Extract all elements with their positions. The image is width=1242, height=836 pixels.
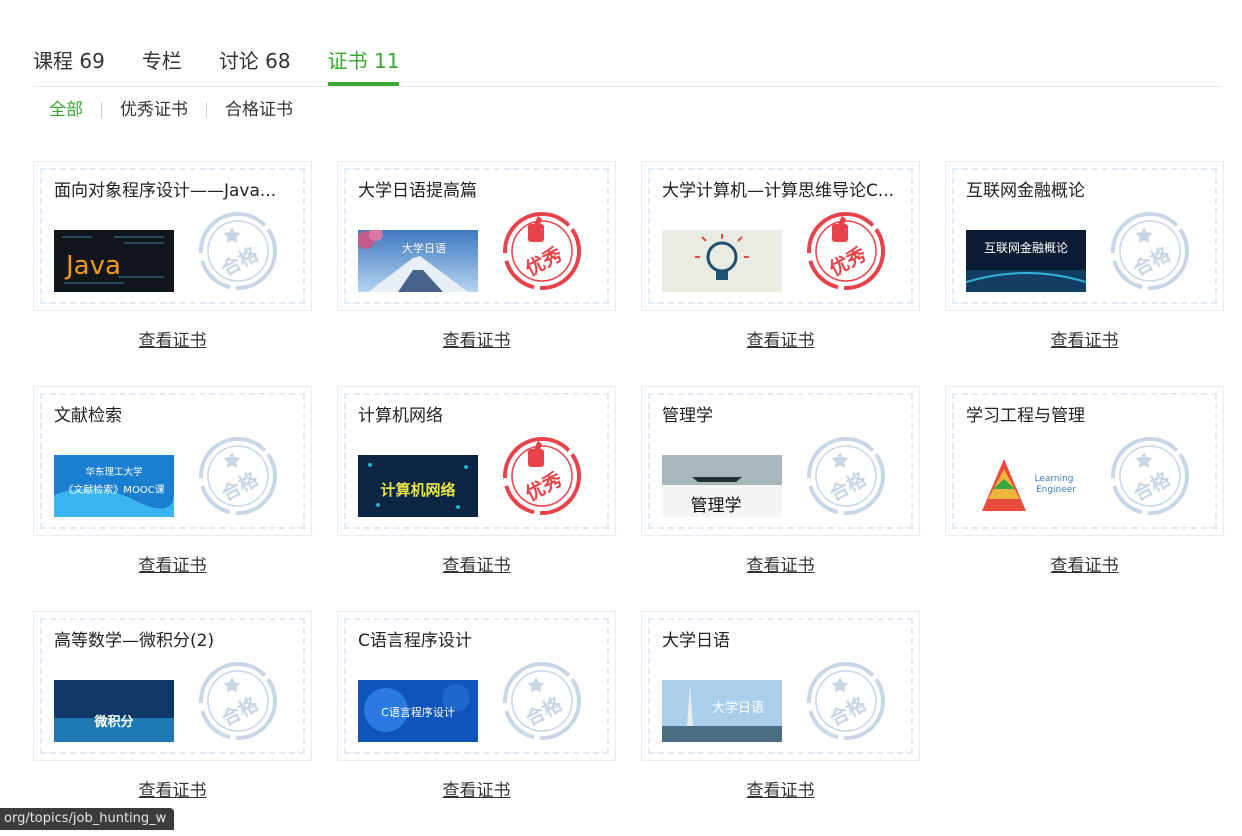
pass-seal-icon: 合格 xyxy=(501,660,583,742)
view-certificate-link[interactable]: 查看证书 xyxy=(33,553,312,579)
certificate-card[interactable]: 文献检索 华东理工大学 《文献检索》MOOC课 合格 xyxy=(33,386,312,536)
svg-text:管理学: 管理学 xyxy=(691,496,742,516)
view-certificate-link[interactable]: 查看证书 xyxy=(641,328,920,354)
course-name: 计算机网络 xyxy=(358,406,443,426)
certificate-item: 学习工程与管理 Learning Engineer 合格 查看证书 xyxy=(945,386,1224,611)
tab-columns[interactable]: 专栏 xyxy=(142,46,182,86)
certificate-item: 大学日语 大学日语 合格 查看证书 xyxy=(641,611,920,836)
view-certificate-link[interactable]: 查看证书 xyxy=(641,553,920,579)
course-cover-image: 华东理工大学 《文献检索》MOOC课 xyxy=(54,455,174,517)
pass-seal-icon: 合格 xyxy=(805,435,887,517)
view-certificate-link[interactable]: 查看证书 xyxy=(337,553,616,579)
certificate-card[interactable]: 面向对象程序设计——Java... Java 合格 xyxy=(33,161,312,311)
svg-text:C语言程序设计: C语言程序设计 xyxy=(381,705,455,719)
filter-divider xyxy=(206,102,207,118)
svg-text:大学日语: 大学日语 xyxy=(712,700,764,716)
course-cover-image: 管理学 xyxy=(662,455,782,517)
course-name: 大学日语 xyxy=(662,631,730,651)
excellent-seal-icon: 优秀 xyxy=(805,210,887,292)
svg-text:《文献检索》MOOC课: 《文献检索》MOOC课 xyxy=(63,483,164,496)
certificate-item: 高等数学—微积分(2) 微积分 合格 查看证书 xyxy=(33,611,312,836)
pass-seal-icon: 合格 xyxy=(1109,435,1191,517)
course-cover-image: 大学日语 xyxy=(662,680,782,742)
filter-excellent[interactable]: 优秀证书 xyxy=(120,97,188,123)
course-cover-image: C语言程序设计 xyxy=(358,680,478,742)
course-name: 大学日语提高篇 xyxy=(358,181,477,201)
svg-text:Engineer: Engineer xyxy=(1036,485,1076,495)
status-bar-url: org/topics/job_hunting_w xyxy=(0,808,175,830)
course-name: 文献检索 xyxy=(54,406,122,426)
course-cover-image: 大学日语 xyxy=(358,230,478,292)
svg-text:计算机网络: 计算机网络 xyxy=(380,481,455,499)
svg-text:Java: Java xyxy=(64,251,121,281)
view-certificate-link[interactable]: 查看证书 xyxy=(641,778,920,804)
certificate-card[interactable]: 大学日语提高篇 大学日语 优秀 xyxy=(337,161,616,311)
certificate-card[interactable]: 高等数学—微积分(2) 微积分 合格 xyxy=(33,611,312,761)
svg-text:大学日语: 大学日语 xyxy=(402,241,446,255)
filter-pass[interactable]: 合格证书 xyxy=(225,97,293,123)
certificate-card[interactable]: 计算机网络 计算机网络 优秀 xyxy=(337,386,616,536)
course-cover-image: Learning Engineer xyxy=(966,455,1086,517)
tab-bar: 课程 69 专栏 讨论 68 证书 11 xyxy=(33,46,436,86)
course-name: 互联网金融概论 xyxy=(966,181,1085,201)
filter-divider xyxy=(101,102,102,118)
course-name: 面向对象程序设计——Java... xyxy=(54,181,277,201)
certificate-card[interactable]: C语言程序设计 C语言程序设计 合格 xyxy=(337,611,616,761)
certificate-item: 互联网金融概论 互联网金融概论 合格 查看证书 xyxy=(945,161,1224,386)
certificate-card[interactable]: 管理学 管理学 合格 xyxy=(641,386,920,536)
course-cover-image: 互联网金融概论 xyxy=(966,230,1086,292)
certificate-item: 计算机网络 计算机网络 优秀 查看证书 xyxy=(337,386,616,611)
certificate-grid: 面向对象程序设计——Java... Java 合格 查看证书 大学日语提高篇 大… xyxy=(33,161,1224,836)
course-cover-image xyxy=(662,230,782,292)
course-name: 学习工程与管理 xyxy=(966,406,1085,426)
certificate-card[interactable]: 大学计算机—计算思维导论C... 优秀 xyxy=(641,161,920,311)
tab-courses[interactable]: 课程 69 xyxy=(33,46,105,86)
certificate-item: 管理学 管理学 合格 查看证书 xyxy=(641,386,920,611)
certificate-item: C语言程序设计 C语言程序设计 合格 查看证书 xyxy=(337,611,616,836)
view-certificate-link[interactable]: 查看证书 xyxy=(945,553,1224,579)
excellent-seal-icon: 优秀 xyxy=(501,210,583,292)
certificate-item: 文献检索 华东理工大学 《文献检索》MOOC课 合格 查看证书 xyxy=(33,386,312,611)
certificate-card[interactable]: 大学日语 大学日语 合格 xyxy=(641,611,920,761)
excellent-seal-icon: 优秀 xyxy=(501,435,583,517)
tab-discussions[interactable]: 讨论 68 xyxy=(219,46,291,86)
course-name: C语言程序设计 xyxy=(358,631,472,651)
course-name: 大学计算机—计算思维导论C... xyxy=(662,181,895,201)
certificate-card[interactable]: 互联网金融概论 互联网金融概论 合格 xyxy=(945,161,1224,311)
course-cover-image: 计算机网络 xyxy=(358,455,478,517)
pass-seal-icon: 合格 xyxy=(197,435,279,517)
course-cover-image: 微积分 xyxy=(54,680,174,742)
pass-seal-icon: 合格 xyxy=(197,660,279,742)
certificate-filter: 全部 优秀证书 合格证书 xyxy=(49,97,293,123)
view-certificate-link[interactable]: 查看证书 xyxy=(337,778,616,804)
certificate-item: 大学计算机—计算思维导论C... 优秀 查看证书 xyxy=(641,161,920,386)
view-certificate-link[interactable]: 查看证书 xyxy=(945,328,1224,354)
view-certificate-link[interactable]: 查看证书 xyxy=(337,328,616,354)
course-cover-image: Java xyxy=(54,230,174,292)
filter-all[interactable]: 全部 xyxy=(49,97,83,123)
tab-divider xyxy=(33,86,1222,87)
svg-text:Learning: Learning xyxy=(1034,474,1073,484)
view-certificate-link[interactable]: 查看证书 xyxy=(33,778,312,804)
pass-seal-icon: 合格 xyxy=(805,660,887,742)
certificate-item: 大学日语提高篇 大学日语 优秀 查看证书 xyxy=(337,161,616,386)
certificate-card[interactable]: 学习工程与管理 Learning Engineer 合格 xyxy=(945,386,1224,536)
course-name: 高等数学—微积分(2) xyxy=(54,631,215,651)
course-name: 管理学 xyxy=(662,406,713,426)
svg-text:华东理工大学: 华东理工大学 xyxy=(85,466,142,478)
certificate-item: 面向对象程序设计——Java... Java 合格 查看证书 xyxy=(33,161,312,386)
svg-text:微积分: 微积分 xyxy=(93,714,133,730)
tab-certificates[interactable]: 证书 11 xyxy=(327,46,399,86)
pass-seal-icon: 合格 xyxy=(1109,210,1191,292)
svg-text:互联网金融概论: 互联网金融概论 xyxy=(984,240,1068,255)
view-certificate-link[interactable]: 查看证书 xyxy=(33,328,312,354)
pass-seal-icon: 合格 xyxy=(197,210,279,292)
